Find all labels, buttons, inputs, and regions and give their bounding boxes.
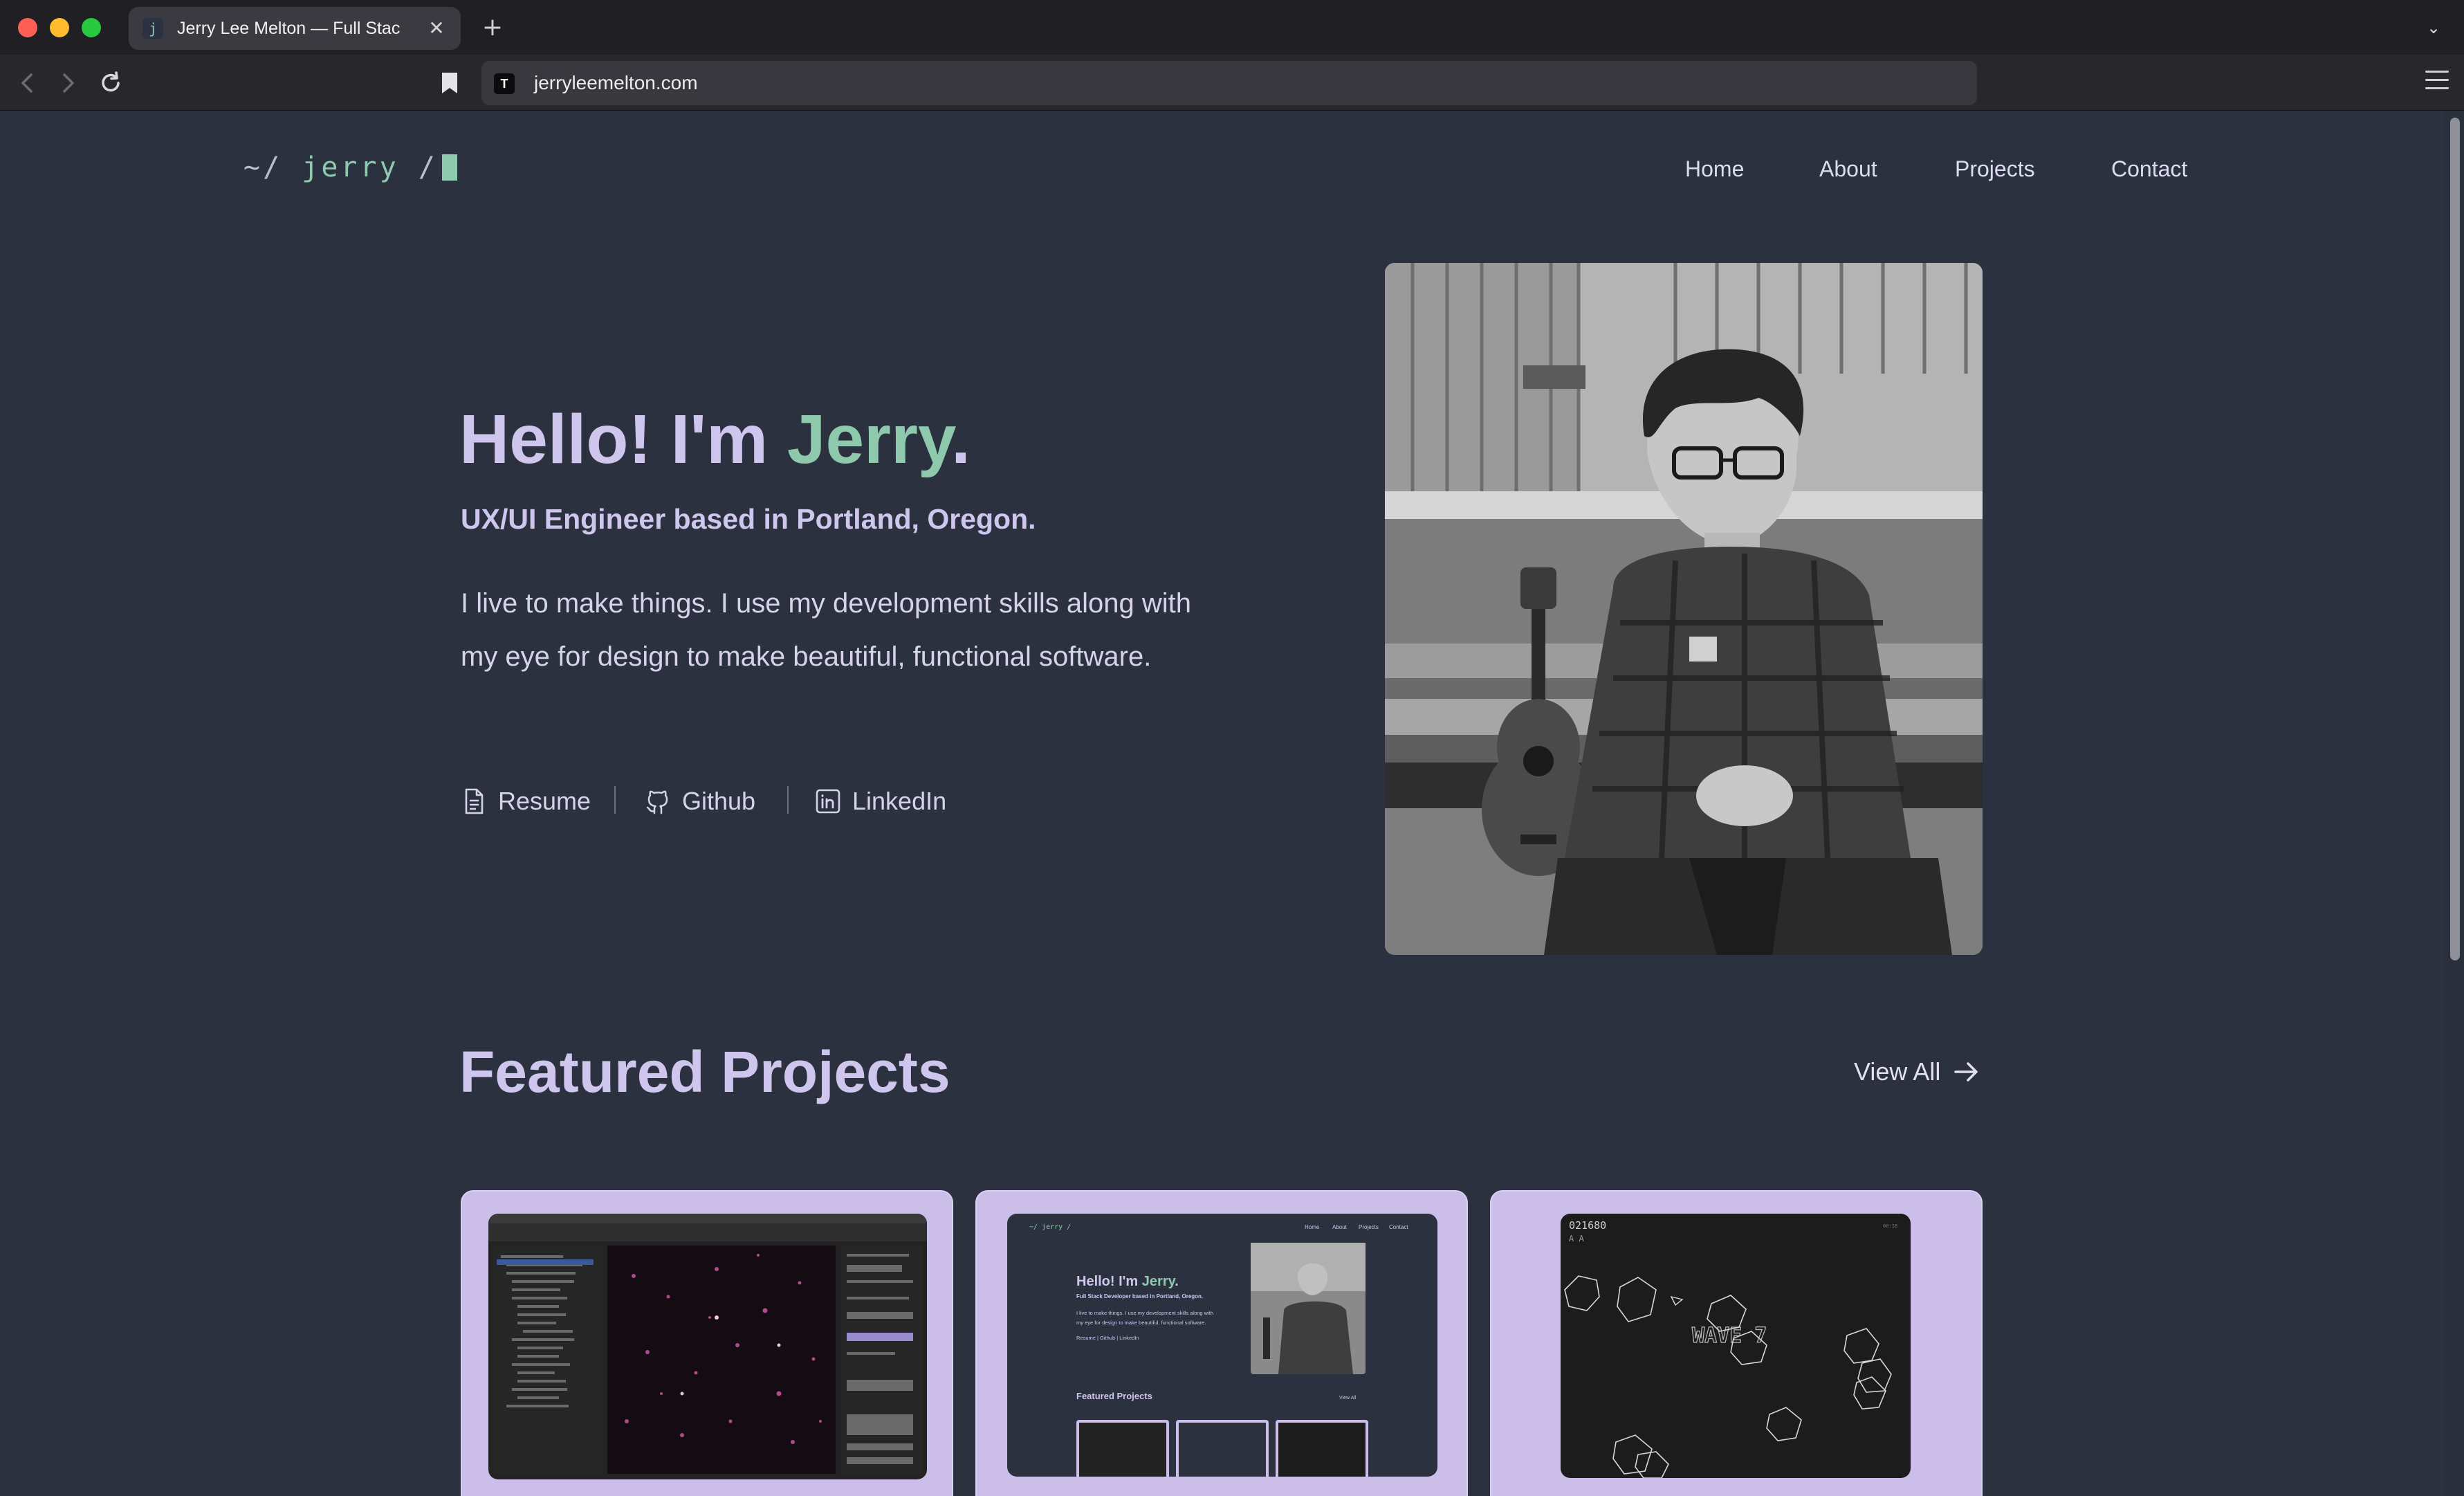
browser-toolbar: T jerryleemelton.com — [0, 55, 2464, 111]
mini-nav-about: About — [1332, 1224, 1348, 1230]
chevron-right-icon — [63, 73, 74, 93]
site-logo[interactable]: ~/ jerry / — [243, 147, 457, 188]
address-bar[interactable]: T jerryleemelton.com — [481, 61, 1977, 105]
link-divider — [614, 786, 616, 814]
app-screenshot-illustration — [488, 1214, 927, 1479]
game-lives: A A — [1569, 1234, 1584, 1243]
mini-hero-subtitle: Full Stack Developer based in Portland, … — [1076, 1293, 1203, 1299]
mini-view-all: View All — [1339, 1396, 1357, 1401]
hero-body: I live to make things. I use my developm… — [461, 588, 1192, 672]
game-screenshot-illustration: 021680 A A 00:18 WAVE 7 — [1561, 1214, 1911, 1478]
resume-link[interactable]: Resume — [461, 782, 591, 821]
hero-title-name: Jerry — [787, 401, 952, 478]
mini-hero-body-1: I live to make things. I use my developm… — [1076, 1310, 1213, 1316]
nav-contact[interactable]: Contact — [2111, 154, 2187, 184]
url-text[interactable]: jerryleemelton.com — [534, 61, 698, 105]
browser-titlebar: j Jerry Lee Melton — Full Stack ✕ + ⌄ — [0, 0, 2464, 55]
back-button[interactable] — [12, 68, 43, 98]
featured-projects-title: Featured Projects — [459, 1039, 950, 1104]
mini-nav-home: Home — [1305, 1224, 1320, 1230]
project-screenshot-portfolio: ~/ jerry / Home About Projects Contact H… — [1007, 1214, 1437, 1477]
terminal-cursor — [441, 154, 457, 181]
site-favicon: T — [494, 73, 515, 94]
hero-title-suffix: . — [951, 401, 971, 478]
mini-nav-contact: Contact — [1389, 1224, 1408, 1230]
document-icon — [465, 788, 484, 814]
mini-logo: ~/ jerry / — [1029, 1223, 1071, 1231]
linkedin-label: LinkedIn — [852, 787, 947, 815]
link-divider — [787, 786, 789, 814]
nav-projects[interactable]: Projects — [1955, 154, 2035, 184]
logo-suffix: / — [398, 152, 438, 183]
tab-title: Jerry Lee Melton — Full Stack — [177, 19, 400, 38]
github-link[interactable]: Github — [645, 782, 755, 821]
view-all-label: View All — [1854, 1057, 1941, 1086]
project-card[interactable]: ~/ jerry / Home About Projects Contact H… — [975, 1190, 1468, 1496]
project-screenshot-game: 021680 A A 00:18 WAVE 7 — [1561, 1214, 1911, 1478]
hamburger-menu-icon[interactable] — [2425, 71, 2449, 91]
chevron-left-icon — [21, 73, 33, 93]
project-card[interactable] — [461, 1190, 953, 1496]
portfolio-screenshot-illustration: ~/ jerry / Home About Projects Contact H… — [1007, 1214, 1437, 1477]
hero-subtitle: UX/UI Engineer based in Portland, Oregon… — [461, 503, 1036, 535]
github-label: Github — [682, 787, 756, 815]
scrollbar-thumb[interactable] — [2450, 118, 2460, 960]
profile-photo — [1385, 263, 1983, 955]
resume-label: Resume — [498, 787, 591, 815]
project-screenshot-app — [488, 1214, 927, 1479]
mini-section-title: Featured Projects — [1076, 1391, 1152, 1401]
linkedin-link[interactable]: LinkedIn — [815, 782, 946, 821]
browser-tab[interactable]: j Jerry Lee Melton — Full Stack ✕ — [129, 7, 461, 50]
view-all-link[interactable]: View All — [1854, 1055, 1980, 1089]
tab-favicon: j — [142, 18, 163, 39]
project-card[interactable]: 021680 A A 00:18 WAVE 7 — [1490, 1190, 1983, 1496]
github-icon — [646, 790, 668, 814]
mini-hero-body-2: my eye for design to make beautiful, fun… — [1076, 1320, 1206, 1326]
game-score: 021680 — [1569, 1219, 1606, 1232]
portrait-illustration — [1385, 263, 1983, 955]
reload-button[interactable] — [95, 68, 126, 98]
maximize-window-button[interactable] — [82, 18, 101, 37]
hero-title: Hello! I'm Jerry. — [459, 394, 971, 484]
forward-button[interactable] — [53, 68, 83, 98]
arrow-right-icon — [1954, 1062, 1978, 1082]
logo-prefix: ~/ — [243, 152, 302, 183]
mini-nav-projects: Projects — [1359, 1224, 1379, 1230]
bookmark-icon[interactable] — [439, 71, 461, 95]
logo-name: jerry — [302, 152, 399, 183]
tab-list-chevron-icon[interactable]: ⌄ — [2421, 15, 2446, 40]
mini-hero-links: Resume | Github | LinkedIn — [1076, 1335, 1139, 1341]
close-tab-icon[interactable]: ✕ — [425, 17, 448, 40]
new-tab-button[interactable]: + — [477, 12, 508, 43]
reload-icon — [102, 71, 120, 92]
mini-hero-title: Hello! I'm Jerry. — [1076, 1274, 1179, 1289]
page-scrollbar[interactable] — [2445, 111, 2464, 1496]
site-header: ~/ jerry / Home About Projects Contact — [0, 111, 2445, 221]
nav-home[interactable]: Home — [1685, 154, 1744, 184]
minimize-window-button[interactable] — [50, 18, 69, 37]
page-viewport: ~/ jerry / Home About Projects Contact H… — [0, 111, 2464, 1496]
close-window-button[interactable] — [18, 18, 37, 37]
game-timer: 00:18 — [1883, 1223, 1897, 1229]
nav-about[interactable]: About — [1819, 154, 1877, 184]
hero-title-prefix: Hello! I'm — [459, 401, 787, 478]
linkedin-icon — [816, 789, 840, 814]
